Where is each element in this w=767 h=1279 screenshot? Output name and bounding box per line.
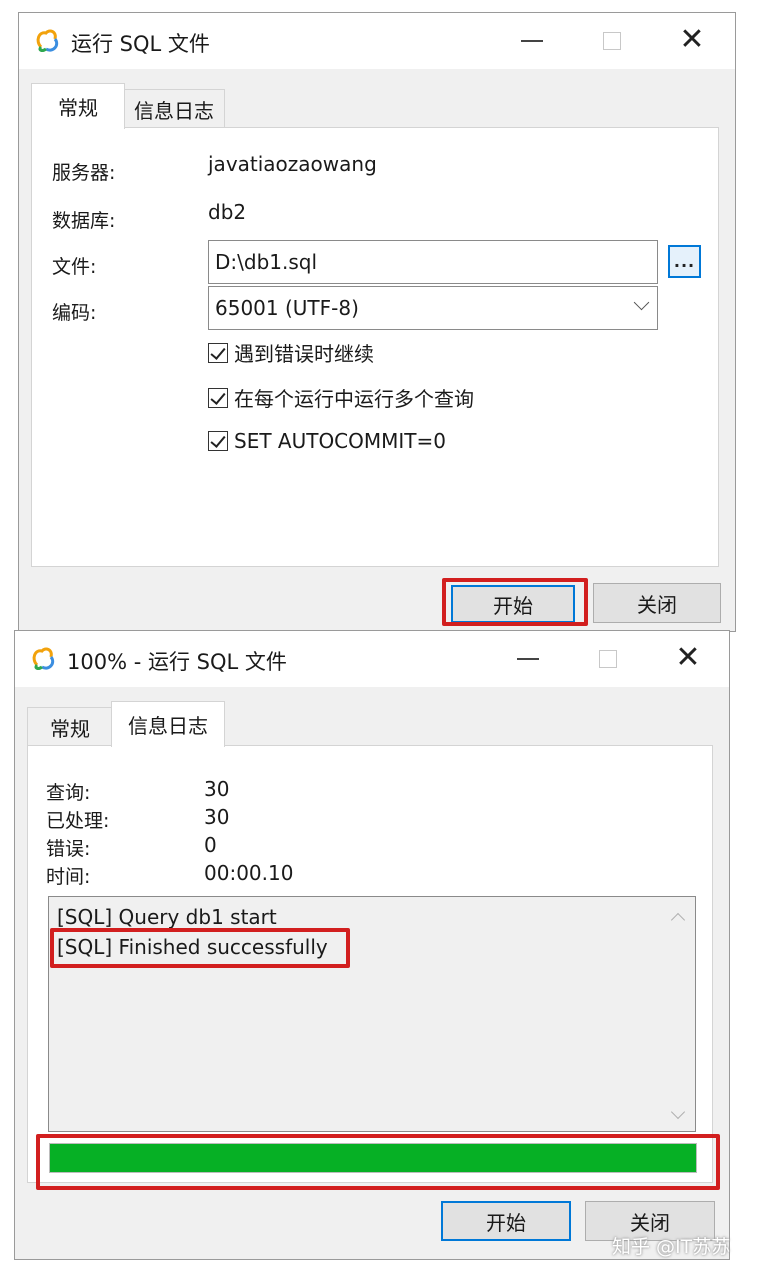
window-title: 运行 SQL 文件 <box>71 32 210 56</box>
stat-queries-label: 查询: <box>46 782 91 804</box>
stat-time-value: 00:00.10 <box>204 861 294 885</box>
tab-info-log[interactable]: 信息日志 <box>123 89 225 129</box>
browse-label: ... <box>673 252 696 271</box>
title-bar: 100% - 运行 SQL 文件 ✕ <box>15 631 729 687</box>
maximize-icon[interactable] <box>583 639 633 679</box>
chevron-down-icon <box>633 294 650 311</box>
tab-info-log-label: 信息日志 <box>128 714 208 738</box>
navicat-app-icon <box>36 29 59 52</box>
close-icon[interactable]: ✕ <box>667 19 717 59</box>
scroll-up-icon[interactable] <box>670 912 686 928</box>
navicat-app-icon <box>32 647 55 670</box>
stat-processed-value: 30 <box>204 805 230 829</box>
multiple-queries-checkbox[interactable]: 在每个运行中运行多个查询 <box>208 383 474 412</box>
stat-time-label: 时间: <box>46 866 91 888</box>
general-panel: 服务器: javatiaozaowang 数据库: db2 文件: D:\db1… <box>31 127 719 567</box>
tab-general[interactable]: 常规 <box>31 83 125 129</box>
window-title: 100% - 运行 SQL 文件 <box>67 650 287 674</box>
checkbox-label: 在每个运行中运行多个查询 <box>234 387 474 411</box>
watermark-text: 知乎 @IT苏苏 <box>612 1236 731 1258</box>
database-label: 数据库: <box>52 210 116 232</box>
stat-errors-label: 错误: <box>46 838 91 860</box>
encoding-value: 65001 (UTF-8) <box>215 296 359 320</box>
title-bar: 运行 SQL 文件 ✕ <box>19 13 735 69</box>
tab-general-label: 常规 <box>50 717 90 741</box>
tab-general[interactable]: 常规 <box>27 707 113 747</box>
start-button-highlight <box>442 578 588 626</box>
checkbox-checked-icon <box>208 342 228 363</box>
browse-button[interactable]: ... <box>668 245 701 278</box>
tab-info-log[interactable]: 信息日志 <box>111 701 225 747</box>
encoding-select[interactable]: 65001 (UTF-8) <box>208 286 658 330</box>
continue-on-error-checkbox[interactable]: 遇到错误时继续 <box>208 338 374 367</box>
minimize-icon[interactable] <box>503 639 553 679</box>
checkbox-checked-icon <box>208 431 228 451</box>
checkbox-label: 遇到错误时继续 <box>234 342 374 366</box>
server-label: 服务器: <box>52 162 116 184</box>
stat-processed-label: 已处理: <box>46 810 110 832</box>
minimize-icon[interactable] <box>507 21 557 61</box>
stat-errors-value: 0 <box>204 833 217 857</box>
run-sql-dialog-1: 运行 SQL 文件 ✕ 常规 信息日志 服务器: javatiaozaowang… <box>18 12 736 632</box>
scroll-down-icon[interactable] <box>670 1104 686 1120</box>
tab-info-log-label: 信息日志 <box>134 99 214 123</box>
start-button[interactable]: 开始 <box>441 1201 571 1241</box>
file-path-value: D:\db1.sql <box>215 250 318 274</box>
close-button-label: 关闭 <box>637 592 677 617</box>
checkbox-label: SET AUTOCOMMIT=0 <box>234 429 447 453</box>
server-value: javatiaozaowang <box>208 152 377 176</box>
file-label: 文件: <box>52 256 97 278</box>
autocommit-checkbox[interactable]: SET AUTOCOMMIT=0 <box>208 429 446 453</box>
close-icon[interactable]: ✕ <box>663 637 713 677</box>
close-button[interactable]: 关闭 <box>593 583 721 623</box>
stat-queries-value: 30 <box>204 777 230 801</box>
checkbox-checked-icon <box>208 387 228 408</box>
maximize-icon[interactable] <box>587 21 637 61</box>
encoding-label: 编码: <box>52 302 97 324</box>
file-path-input[interactable]: D:\db1.sql <box>208 240 658 284</box>
database-value: db2 <box>208 200 247 224</box>
finished-log-highlight <box>50 928 350 968</box>
start-button-label: 开始 <box>486 1210 526 1235</box>
log-line: [SQL] Query db1 start <box>57 905 277 929</box>
tab-general-label: 常规 <box>58 96 98 120</box>
progress-bar-highlight <box>36 1134 720 1190</box>
